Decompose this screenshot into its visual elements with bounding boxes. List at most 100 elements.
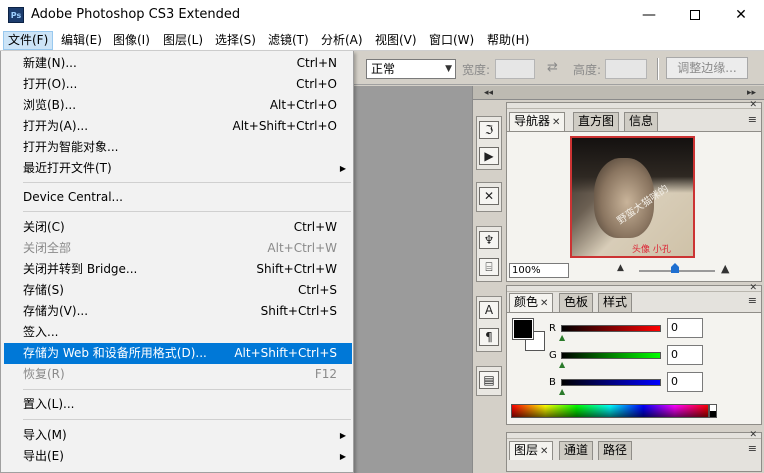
- style-select[interactable]: 正常 ▼: [366, 59, 456, 79]
- panel-menu-icon[interactable]: ≡: [748, 442, 757, 455]
- tab-close-icon[interactable]: ✕: [540, 446, 548, 457]
- zoom-slider-thumb[interactable]: [671, 263, 679, 273]
- menu-layer[interactable]: 图层(L): [159, 31, 207, 50]
- blue-slider-thumb[interactable]: ▲: [559, 387, 565, 396]
- panel-close-icon[interactable]: ✕: [749, 100, 757, 110]
- red-slider-thumb[interactable]: ▲: [559, 333, 565, 342]
- panel-menu-icon[interactable]: ≡: [748, 294, 757, 307]
- close-button[interactable]: ✕: [718, 0, 764, 30]
- color-spectrum-bar[interactable]: [511, 404, 709, 418]
- tab-channels[interactable]: 通道: [559, 441, 594, 460]
- menu-item-device-central[interactable]: Device Central...: [4, 187, 352, 208]
- menu-view[interactable]: 视图(V): [371, 31, 421, 50]
- menu-item-label: Device Central...: [23, 190, 123, 204]
- foreground-color-swatch[interactable]: [512, 318, 534, 340]
- tab-info[interactable]: 信息: [624, 112, 659, 131]
- tab-layers[interactable]: 图层 ✕: [509, 441, 554, 460]
- style-select-value: 正常: [371, 62, 396, 76]
- height-label: 高度:: [573, 63, 602, 77]
- submenu-arrow-icon: ▶: [339, 452, 346, 461]
- tab-histogram[interactable]: 直方图: [573, 112, 620, 131]
- height-input[interactable]: [605, 59, 647, 79]
- menu-window[interactable]: 窗口(W): [425, 31, 478, 50]
- menu-item-open-as[interactable]: 打开为(A)... Alt+Shift+Ctrl+O: [4, 116, 352, 137]
- tab-paths[interactable]: 路径: [598, 441, 633, 460]
- history-icon[interactable]: ℑ: [479, 121, 499, 139]
- menu-item-open-as-smart-object[interactable]: 打开为智能对象...: [4, 137, 352, 158]
- zoom-in-icon[interactable]: ▲: [721, 262, 729, 275]
- expand-panels-icon[interactable]: ▸▸: [747, 86, 756, 100]
- panel-close-icon[interactable]: ✕: [749, 430, 757, 440]
- tab-color[interactable]: 颜色 ✕: [509, 293, 554, 312]
- menu-item-save-for-web[interactable]: 存储为 Web 和设备所用格式(D)... Alt+Shift+Ctrl+S: [4, 343, 352, 364]
- green-slider-thumb[interactable]: ▲: [559, 360, 565, 369]
- navigator-body: 野蛮大猫咪的 头像 小孔 100% ▲ ▲: [507, 131, 761, 281]
- minimize-icon: —: [642, 7, 656, 23]
- width-input[interactable]: [495, 59, 535, 79]
- panel-grip: ✕: [507, 430, 761, 440]
- close-icon: ✕: [735, 7, 747, 23]
- menu-item-label: 关闭并转到 Bridge...: [23, 262, 138, 276]
- canvas-area[interactable]: [354, 86, 472, 473]
- navigator-thumbnail[interactable]: 野蛮大猫咪的 头像 小孔: [570, 136, 695, 258]
- menu-item-close[interactable]: 关闭(C) Ctrl+W: [4, 217, 352, 238]
- menu-file[interactable]: 文件(F): [3, 31, 54, 50]
- actions-icon[interactable]: ▶: [479, 147, 499, 165]
- options-bar: 正常 ▼ 宽度: ⇄ 高度: 调整边缘...: [354, 52, 764, 85]
- menu-edit[interactable]: 编辑(E): [57, 31, 106, 50]
- panel-close-icon[interactable]: ✕: [749, 283, 757, 293]
- menu-item-check-in[interactable]: 签入...: [4, 322, 352, 343]
- menu-item-shortcut: Alt+Ctrl+O: [269, 98, 337, 112]
- menu-item-save[interactable]: 存储(S) Ctrl+S: [4, 280, 352, 301]
- menu-item-label: 打开为智能对象...: [23, 140, 119, 154]
- window-title: Adobe Photoshop CS3 Extended: [31, 7, 241, 22]
- character-icon[interactable]: A: [479, 301, 499, 319]
- tab-close-icon[interactable]: ✕: [552, 117, 560, 128]
- menu-item-export[interactable]: 导出(E) ▶: [4, 446, 352, 467]
- tab-navigator[interactable]: 导航器 ✕: [509, 112, 566, 131]
- swap-icon[interactable]: ⇄: [547, 60, 558, 75]
- tab-styles[interactable]: 样式: [598, 293, 633, 312]
- menu-item-shortcut: Ctrl+O: [296, 77, 337, 91]
- menu-separator: [23, 419, 351, 420]
- menu-item-open-recent[interactable]: 最近打开文件(T) ▶: [4, 158, 352, 179]
- menu-item-shortcut: Ctrl+W: [293, 220, 337, 234]
- red-channel-input[interactable]: 0: [667, 318, 703, 338]
- brushes-icon[interactable]: ♆: [479, 231, 499, 249]
- menu-item-new[interactable]: 新建(N)... Ctrl+N: [4, 53, 352, 74]
- tab-close-icon[interactable]: ✕: [540, 298, 548, 309]
- maximize-button[interactable]: [672, 0, 718, 30]
- paragraph-icon[interactable]: ¶: [479, 328, 499, 346]
- panels-column-header: ▸▸: [504, 86, 764, 100]
- blue-channel-slider[interactable]: [561, 379, 661, 386]
- layer-comps-icon[interactable]: ▤: [479, 371, 499, 389]
- refine-edge-button[interactable]: 调整边缘...: [666, 57, 748, 79]
- red-channel-slider[interactable]: [561, 325, 661, 332]
- title-bar: Ps Adobe Photoshop CS3 Extended — ✕: [0, 0, 764, 30]
- panel-menu-icon[interactable]: ≡: [748, 113, 757, 126]
- green-channel-slider[interactable]: [561, 352, 661, 359]
- menu-item-save-as[interactable]: 存储为(V)... Shift+Ctrl+S: [4, 301, 352, 322]
- zoom-out-icon[interactable]: ▲: [617, 263, 624, 273]
- clone-source-icon[interactable]: ⌸: [479, 258, 499, 276]
- dock-collapse-icon[interactable]: ◂◂: [473, 86, 504, 100]
- menu-item-place[interactable]: 置入(L)...: [4, 394, 352, 415]
- menu-item-close-and-go-to-bridge[interactable]: 关闭并转到 Bridge... Shift+Ctrl+W: [4, 259, 352, 280]
- minimize-button[interactable]: —: [626, 0, 672, 30]
- tab-swatches[interactable]: 色板: [559, 293, 594, 312]
- menu-item-label: 关闭全部: [23, 241, 72, 255]
- zoom-input[interactable]: 100%: [509, 263, 569, 278]
- menu-image[interactable]: 图像(I): [109, 31, 154, 50]
- menu-analysis[interactable]: 分析(A): [317, 31, 367, 50]
- black-white-ramp[interactable]: [709, 404, 717, 418]
- menu-filter[interactable]: 滤镜(T): [264, 31, 313, 50]
- menu-item-open[interactable]: 打开(O)... Ctrl+O: [4, 74, 352, 95]
- tool-presets-icon[interactable]: ✕: [479, 187, 499, 205]
- menu-item-label: 存储(S): [23, 283, 64, 297]
- blue-channel-input[interactable]: 0: [667, 372, 703, 392]
- menu-item-import[interactable]: 导入(M) ▶: [4, 425, 352, 446]
- menu-select[interactable]: 选择(S): [211, 31, 260, 50]
- green-channel-input[interactable]: 0: [667, 345, 703, 365]
- menu-item-browse[interactable]: 浏览(B)... Alt+Ctrl+O: [4, 95, 352, 116]
- menu-help[interactable]: 帮助(H): [483, 31, 533, 50]
